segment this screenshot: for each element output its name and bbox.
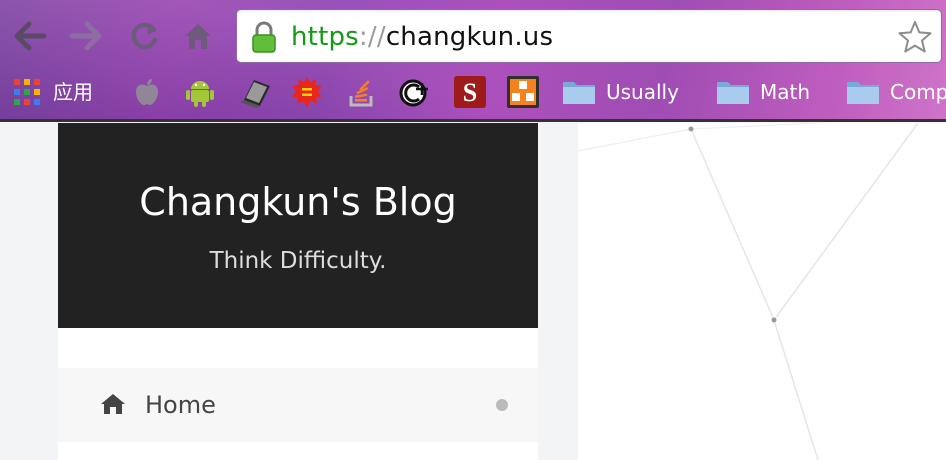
folder-icon [717,82,749,104]
site-brand: Changkun's Blog Think Difficulty. [58,123,538,328]
star-icon[interactable] [897,19,933,55]
bookmark-folder-label: Math [760,80,811,104]
bookmark-folder-comp[interactable]: Comp [846,76,946,108]
main-content [578,123,946,460]
lock-icon [252,21,276,53]
address-bar[interactable]: https://changkun.us [236,9,942,63]
menu-item-home[interactable]: Home [58,368,538,442]
bookmark-android[interactable] [184,76,216,108]
android-icon [186,81,214,107]
web-page: Changkun's Blog Think Difficulty. Home [0,123,946,460]
url-separator: :// [358,22,386,52]
back-button[interactable] [12,18,48,54]
home-icon [101,394,125,414]
bookmark-folder-usually[interactable]: Usually [562,76,679,108]
site-title[interactable]: Changkun's Blog [58,178,538,226]
bookmark-apps-label: 应用 [53,80,93,104]
url-host: changkun.us [385,22,554,52]
url-scheme: https [291,22,359,52]
bookmark-s[interactable]: S [454,76,486,108]
active-indicator-dot [496,399,508,411]
menu-item-label: Home [145,391,216,419]
reload-icon [131,22,158,50]
bookmark-apple[interactable] [134,76,160,108]
bookmark-cpp[interactable] [398,76,432,108]
cpp-icon [399,79,428,107]
orange-tool-icon [507,76,539,108]
home-icon [185,24,211,49]
arrow-left-icon [14,21,47,51]
folder-icon [847,82,879,104]
bookmark-folder-label: Usually [606,80,679,104]
apps-grid-icon [14,79,40,105]
sidebar: Changkun's Blog Think Difficulty. Home [58,123,538,460]
svg-text:S: S [463,78,477,107]
bookmark-folder-math[interactable]: Math [716,76,810,108]
url-text: https://changkun.us [291,21,553,53]
arrow-right-icon [69,21,102,51]
bookmark-disk[interactable] [238,76,272,108]
background-network-lines [578,123,919,460]
home-button[interactable] [180,18,216,54]
bookmarks-bar: 应用 S Usually Math Comp [0,70,946,114]
disk-icon [240,80,270,108]
bookmark-stackoverflow[interactable] [348,76,376,108]
reload-button[interactable] [126,18,162,54]
forward-button[interactable] [68,18,104,54]
bookmark-apps[interactable]: 应用 [13,76,93,108]
red-badge-icon [292,77,322,107]
s-letter-icon: S [454,76,486,108]
bookmark-orange-tool[interactable] [507,76,539,108]
bookmark-folder-label: Comp [890,80,946,104]
chrome-divider [0,119,946,122]
site-subtitle: Think Difficulty. [209,248,387,274]
folder-icon [563,82,595,104]
stack-overflow-icon [349,80,373,107]
apple-icon [136,79,158,105]
bookmark-red-badge[interactable] [291,76,323,108]
browser-chrome: https://changkun.us 应用 S Usually Math Co… [0,0,946,122]
